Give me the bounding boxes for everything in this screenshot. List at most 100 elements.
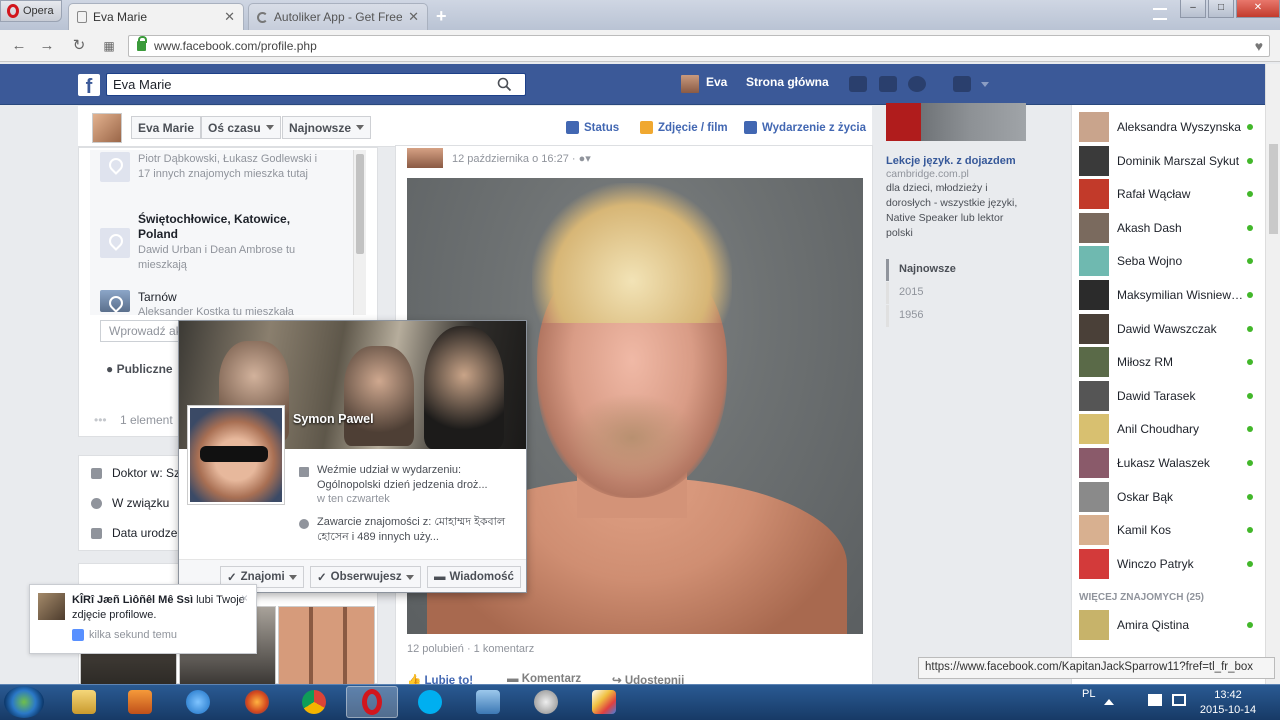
about-work[interactable]: Doktor w: Szp [91, 466, 187, 480]
chat-friend-item[interactable]: Seba Wojno [1079, 246, 1259, 277]
speed-dial-icon[interactable]: ▦ [100, 37, 118, 55]
chat-friend-item[interactable]: Rafał Wącław [1079, 179, 1259, 210]
friend-requests-icon[interactable] [849, 76, 867, 92]
chat-friend-item[interactable]: Dawid Tarasek [1079, 380, 1259, 411]
chat-friend-item[interactable]: Łukasz Walaszek [1079, 448, 1259, 478]
about-relationship[interactable]: W związku [91, 496, 169, 510]
start-button[interactable] [4, 686, 44, 718]
user-name-link[interactable]: Eva [706, 75, 727, 89]
messages-icon[interactable] [879, 76, 897, 92]
taskbar-chrome[interactable] [288, 686, 340, 718]
language-indicator[interactable]: PL [1082, 688, 1095, 700]
back-icon[interactable]: ← [10, 37, 28, 55]
notifications-globe-icon[interactable] [908, 76, 926, 92]
taskbar-explorer[interactable] [58, 686, 110, 718]
audience-icon[interactable]: ●▾ [579, 153, 591, 165]
address-bar[interactable]: www.facebook.com/profile.php ♥ [128, 35, 1270, 57]
action-center-icon[interactable] [1148, 694, 1162, 706]
year-2015[interactable]: 2015 [886, 282, 976, 304]
profile-thumbnail[interactable] [92, 113, 122, 143]
ad-url[interactable]: cambridge.com.pl [886, 168, 969, 180]
maximize-icon[interactable]: □ [1208, 0, 1234, 18]
list-item[interactable]: Tarnów Aleksander Kostka tu mieszkała [100, 290, 350, 315]
notification-popup[interactable]: KÎRî Jæñ Lìôñêl Mê Ssì lubi Twoje zdjęci… [29, 584, 257, 654]
ad-title[interactable]: Lekcje język. z dojazdem [886, 155, 1016, 167]
ad-body: dla dzieci, młodzieży i dorosłych - wszy… [886, 182, 1018, 239]
account-menu-chevron-icon[interactable] [981, 82, 989, 87]
tray-expand-icon[interactable] [1104, 695, 1114, 705]
network-icon[interactable] [1172, 694, 1186, 706]
taskbar-app-2[interactable] [520, 686, 572, 718]
chat-friend-item[interactable]: Oskar Bąk [1079, 481, 1259, 512]
follow-button[interactable]: ✓ Obserwujesz [310, 566, 421, 588]
minimize-icon[interactable]: – [1180, 0, 1206, 18]
timeline-dropdown[interactable]: Oś czasu [201, 116, 281, 139]
profile-name-button[interactable]: Eva Marie [131, 116, 202, 139]
ad-image[interactable] [886, 103, 1026, 141]
post-author-avatar[interactable] [407, 148, 443, 168]
taskbar-firefox[interactable] [231, 686, 283, 718]
notification-actor[interactable]: KÎRî Jæñ Lìôñêl Mê Ssì [72, 594, 193, 606]
hovercard-mutual[interactable]: Zawarcie znajomości z: মোহাম্মদ ইকবাল হো… [317, 515, 517, 545]
life-event-button[interactable]: Wydarzenie z życia [744, 121, 866, 134]
chat-friend-item[interactable]: Dawid Wawszczak [1079, 313, 1259, 344]
list-item[interactable]: Świętochłowice, Katowice, Poland Dawid U… [100, 212, 350, 282]
year-1956[interactable]: 1956 [886, 305, 976, 327]
elements-count: ••• 1 element [94, 413, 173, 427]
friend-name: Miłosz RM [1117, 355, 1173, 370]
photo-video-button[interactable]: Zdjęcie / film [640, 121, 728, 134]
tab-eva-marie[interactable]: Eva Marie ✕ [68, 3, 244, 30]
page-scrollbar[interactable] [1265, 64, 1280, 684]
year-newest[interactable]: Najnowsze [886, 259, 976, 281]
close-icon[interactable]: × [241, 591, 248, 605]
taskbar-skype[interactable] [404, 686, 456, 718]
chat-friend-item[interactable]: Miłosz RM [1079, 347, 1259, 378]
hovercard-event[interactable]: Weźmie udział w wydarzeniu: Ogólnopolski… [317, 463, 517, 493]
tab-menu-icon[interactable] [1153, 8, 1167, 20]
privacy-selector[interactable]: ● Publiczne [106, 362, 173, 376]
new-tab-button[interactable]: + [436, 6, 447, 27]
list-item[interactable]: Piotr Dąbkowski, Łukasz Godlewski i 17 i… [100, 150, 350, 210]
chat-friend-item[interactable]: Dominik Marszal Sykut [1079, 145, 1259, 176]
tab-autoliker[interactable]: Autoliker App - Get Free ... ✕ [248, 3, 428, 30]
facebook-logo-icon[interactable]: f [78, 74, 100, 98]
post-stats[interactable]: 12 polubień · 1 komentarz [407, 643, 534, 655]
chat-friend-item[interactable]: Amira Qistina [1079, 610, 1259, 640]
hovercard-profile-photo[interactable] [187, 405, 285, 505]
taskbar-app[interactable] [462, 686, 514, 718]
close-tab-icon[interactable]: ✕ [224, 9, 235, 25]
taskbar-clock[interactable]: 13:42 2015-10-14 [1196, 688, 1260, 718]
taskbar-opera[interactable] [346, 686, 398, 718]
newest-dropdown[interactable]: Najnowsze [282, 116, 372, 139]
privacy-shortcuts-icon[interactable] [953, 76, 971, 92]
chat-friend-item[interactable]: Aleksandra Wyszynska [1079, 112, 1259, 142]
close-window-icon[interactable]: ✕ [1236, 0, 1280, 18]
forward-icon[interactable]: → [38, 37, 56, 55]
close-tab-icon[interactable]: ✕ [408, 9, 419, 25]
post-date[interactable]: 12 października o 16:27 · ●▾ [452, 152, 591, 165]
reload-icon[interactable]: ↻ [70, 37, 88, 55]
paint-icon [592, 690, 616, 714]
taskbar-media-player[interactable] [114, 686, 166, 718]
user-avatar[interactable] [681, 75, 699, 93]
places-scrollbar[interactable] [353, 150, 366, 315]
friend-name: Rafał Wącław [1117, 187, 1191, 202]
hovercard-name[interactable]: Symon Pawel [293, 412, 374, 426]
search-icon[interactable] [497, 77, 512, 92]
photo-thumbnail[interactable] [278, 606, 375, 686]
taskbar-ie[interactable] [172, 686, 224, 718]
friend-name: Anil Choudhary [1117, 422, 1200, 437]
chat-friend-item[interactable]: Akash Dash [1079, 212, 1259, 243]
chat-friend-item[interactable]: Winczo Patryk [1079, 548, 1259, 579]
opera-menu-button[interactable]: Opera [0, 0, 62, 22]
home-link[interactable]: Strona główna [746, 75, 829, 89]
taskbar-paint[interactable] [578, 686, 630, 718]
message-button[interactable]: ▬ Wiadomość [427, 566, 521, 588]
chat-friend-item[interactable]: Maksymilian Wisniewski [1079, 280, 1259, 310]
bookmark-heart-icon[interactable]: ♥ [1255, 38, 1263, 54]
facebook-search-input[interactable]: Eva Marie [106, 73, 526, 96]
chat-friend-item[interactable]: Kamil Kos [1079, 515, 1259, 546]
status-button[interactable]: Status [566, 121, 619, 134]
chat-friend-item[interactable]: Anil Choudhary [1079, 414, 1259, 445]
about-birthday[interactable]: Data urodzen [91, 526, 184, 540]
